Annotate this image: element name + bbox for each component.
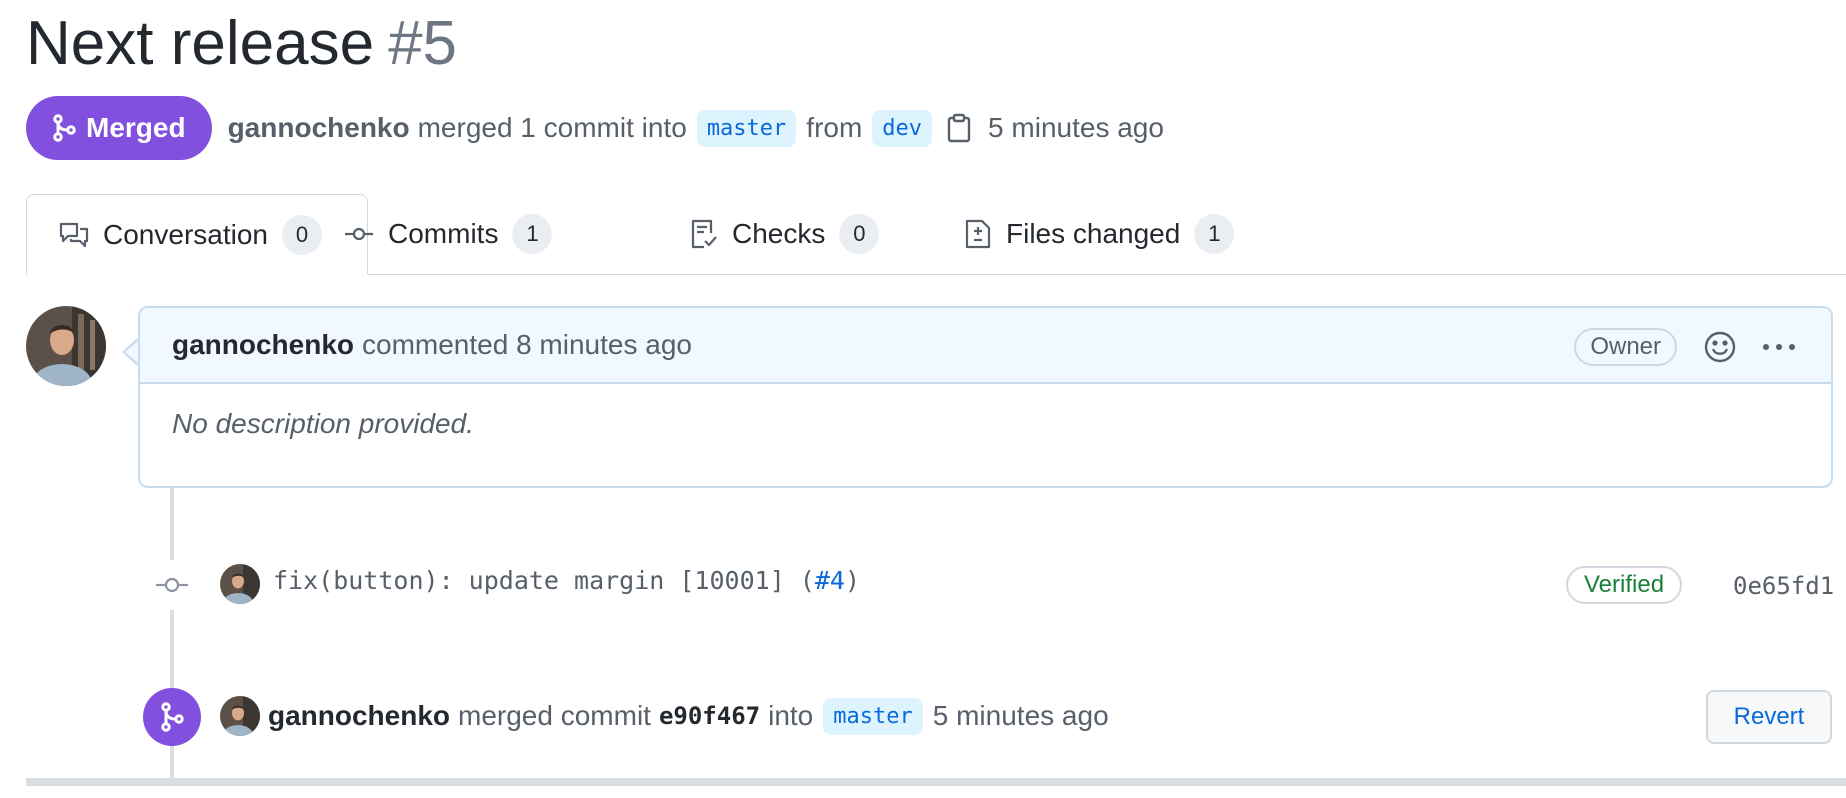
smiley-icon[interactable] (1703, 330, 1737, 364)
tab-count: 0 (839, 214, 880, 254)
comment-author[interactable]: gannochenko (172, 329, 354, 361)
issue-link[interactable]: #4 (815, 566, 845, 595)
tab-count: 0 (281, 214, 322, 255)
tab-count: 1 (512, 214, 553, 254)
avatar[interactable] (220, 564, 260, 604)
revert-button[interactable]: Revert (1706, 690, 1832, 744)
merged-state-label: Merged (86, 112, 186, 143)
git-merge-icon (52, 114, 76, 142)
avatar[interactable] (26, 306, 106, 386)
commit-message[interactable]: fix(button): update margin [10001] (#4) (273, 566, 860, 595)
timeline-divider (26, 778, 1846, 786)
commit-message-text[interactable]: fix(button): update margin [10001] ( (273, 566, 815, 595)
merge-author[interactable]: gannochenko (268, 700, 450, 732)
merge-text-2: into (768, 700, 814, 731)
tab-label: Files changed (1006, 218, 1181, 249)
head-branch[interactable]: dev (872, 109, 933, 147)
from-text: from (806, 112, 863, 143)
checklist-icon (690, 218, 718, 250)
merge-event-text: gannochenko merged commit e90f467 into m… (268, 696, 1109, 736)
comment-discussion-icon (59, 221, 89, 249)
tab-files-changed[interactable]: Files changed 1 (964, 194, 1235, 274)
merged-state-badge: Merged (26, 96, 212, 160)
commit-message-end: ) (844, 566, 861, 595)
kebab-horizontal-icon[interactable] (1761, 330, 1797, 364)
git-commit-icon (344, 224, 374, 244)
merge-commit-sha[interactable]: e90f467 (659, 702, 760, 730)
base-branch[interactable]: master (696, 109, 797, 147)
comment-box: gannochenko commented 8 minutes ago Owne… (138, 306, 1833, 488)
comment-header: gannochenko commented 8 minutes ago Owne… (140, 308, 1831, 384)
avatar[interactable] (220, 696, 260, 736)
tab-conversation[interactable]: Conversation 0 (26, 194, 368, 275)
verified-badge[interactable]: Verified (1566, 566, 1683, 604)
pr-header-meta: Merged gannochenko merged 1 commit into … (26, 96, 1164, 160)
tab-commits[interactable]: Commits 1 (344, 194, 553, 274)
merged-summary-text: merged 1 commit into (417, 112, 687, 143)
tab-checks[interactable]: Checks 0 (690, 194, 880, 274)
pr-title: Next release (26, 9, 375, 78)
git-merge-icon (143, 688, 201, 746)
page-title: Next release #5 (26, 4, 457, 84)
tab-label: Conversation (103, 218, 268, 250)
tab-count: 1 (1194, 214, 1235, 254)
comment-action: commented 8 minutes ago (362, 329, 692, 360)
pr-number: #5 (388, 9, 458, 78)
merge-text-1: merged commit (458, 700, 651, 731)
pr-tabs: Conversation 0 Commits 1 Checks 0 Files … (26, 194, 1846, 275)
tab-label: Commits (388, 218, 499, 249)
merge-target-branch[interactable]: master (823, 697, 923, 735)
copy-icon[interactable] (946, 113, 972, 143)
git-commit-icon (155, 560, 189, 610)
merge-time: 5 minutes ago (932, 700, 1109, 731)
owner-badge: Owner (1574, 328, 1677, 366)
file-diff-icon (964, 218, 992, 250)
commit-sha-link[interactable]: 0e65fd1 (1733, 572, 1834, 600)
comment-body: No description provided. (172, 408, 474, 439)
tab-label: Checks (732, 218, 826, 249)
author-link[interactable]: gannochenko (228, 112, 410, 144)
merged-time: 5 minutes ago (988, 112, 1164, 143)
